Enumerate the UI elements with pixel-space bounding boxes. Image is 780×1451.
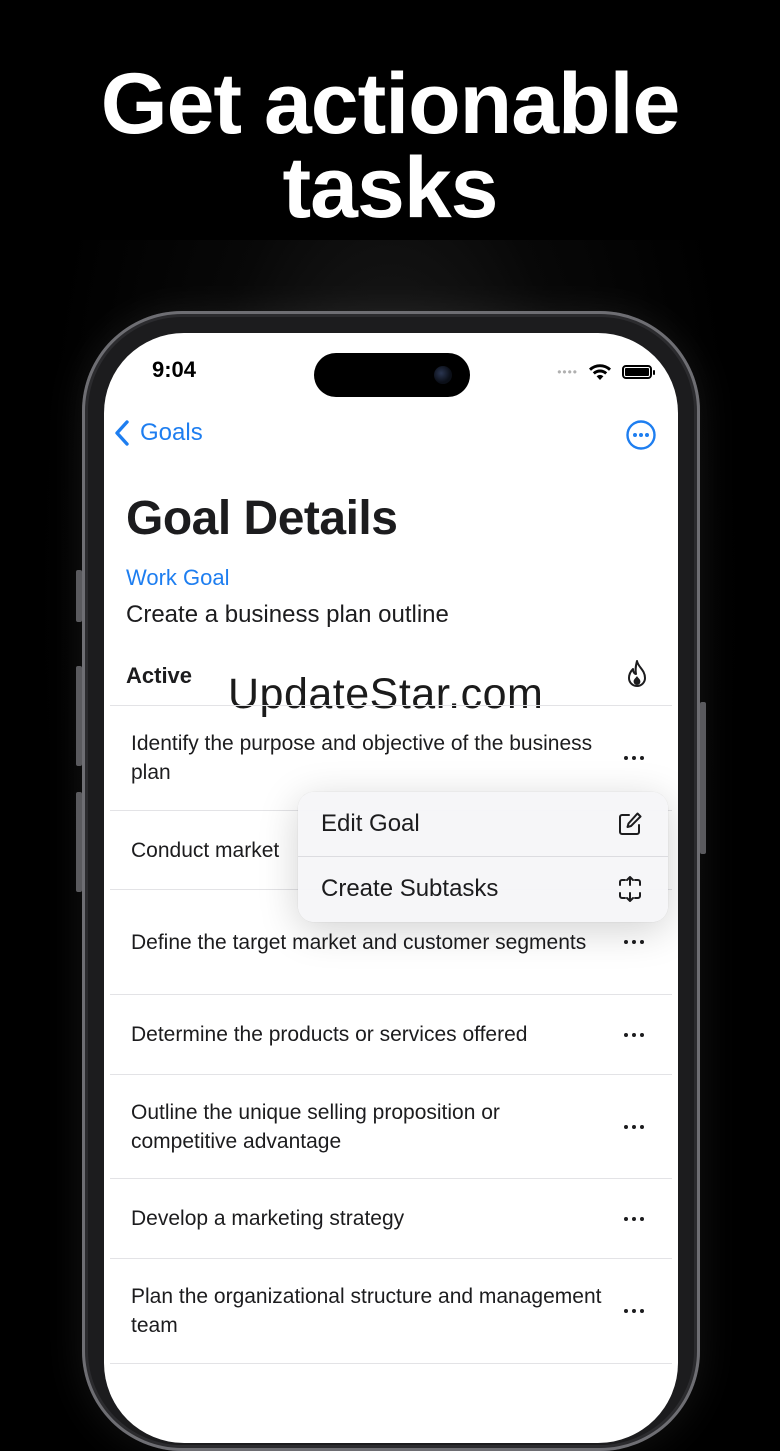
task-row[interactable]: Plan the organizational structure and ma… bbox=[110, 1259, 672, 1364]
task-row[interactable]: Determine the products or services offer… bbox=[110, 995, 672, 1075]
back-label: Goals bbox=[140, 419, 203, 446]
task-text: Determine the products or services offer… bbox=[131, 1023, 528, 1046]
status-icons: •••• bbox=[557, 361, 655, 383]
task-text: Conduct market bbox=[131, 838, 280, 862]
task-text: Develop a marketing strategy bbox=[131, 1207, 405, 1230]
section-header-active: Active bbox=[126, 663, 193, 688]
ellipsis-circle-icon[interactable] bbox=[626, 420, 656, 450]
goal-category[interactable]: Work Goal bbox=[126, 565, 230, 591]
square-pencil-icon bbox=[619, 812, 642, 835]
menu-item-label: Create Subtasks bbox=[321, 875, 499, 902]
volume-down-button bbox=[76, 792, 82, 892]
menu-item-create-subtasks[interactable]: Create Subtasks bbox=[298, 857, 668, 921]
headline-line-2: tasks bbox=[282, 140, 499, 236]
wifi-icon bbox=[589, 364, 611, 380]
headline: Get actionable tasks bbox=[0, 56, 780, 236]
task-text: Define the target market and customer se… bbox=[131, 930, 587, 954]
dynamic-island bbox=[314, 353, 470, 397]
volume-up-button bbox=[76, 666, 82, 766]
ellipsis-icon[interactable] bbox=[622, 750, 646, 766]
context-menu: Edit Goal Create Subtasks bbox=[298, 792, 668, 922]
status-time: 9:04 bbox=[152, 357, 197, 382]
task-text: Outline the unique selling proposition o… bbox=[131, 1100, 500, 1153]
task-row[interactable]: Outline the unique selling proposition o… bbox=[110, 1075, 672, 1179]
phone-screen: 9:04 •••• Goals Goal Details Work Goal C… bbox=[104, 333, 678, 1443]
task-text: Plan the organizational structure and ma… bbox=[131, 1285, 602, 1337]
ellipsis-icon[interactable] bbox=[622, 934, 646, 950]
chevron-left-icon bbox=[115, 420, 129, 446]
silent-switch bbox=[76, 570, 82, 622]
task-row[interactable]: Develop a marketing strategy bbox=[110, 1179, 672, 1259]
menu-item-edit-goal[interactable]: Edit Goal bbox=[298, 792, 668, 857]
page-title: Goal Details bbox=[126, 492, 398, 545]
back-button[interactable]: Goals bbox=[114, 419, 203, 447]
headline-line-1: Get actionable bbox=[100, 56, 681, 152]
flame-icon[interactable] bbox=[624, 659, 650, 691]
camera-icon bbox=[434, 366, 452, 384]
ellipsis-icon[interactable] bbox=[622, 1211, 646, 1227]
power-button bbox=[700, 702, 706, 854]
task-text: Identify the purpose and objective of th… bbox=[131, 732, 593, 784]
menu-item-label: Edit Goal bbox=[321, 810, 420, 837]
expand-arrows-icon bbox=[619, 876, 641, 902]
battery-icon bbox=[622, 365, 655, 379]
ellipsis-icon[interactable] bbox=[622, 1027, 646, 1043]
ellipsis-icon[interactable] bbox=[622, 1119, 646, 1135]
ellipsis-icon[interactable] bbox=[622, 1303, 646, 1319]
signal-dots-icon: •••• bbox=[557, 365, 578, 379]
goal-name: Create a business plan outline bbox=[126, 601, 449, 628]
